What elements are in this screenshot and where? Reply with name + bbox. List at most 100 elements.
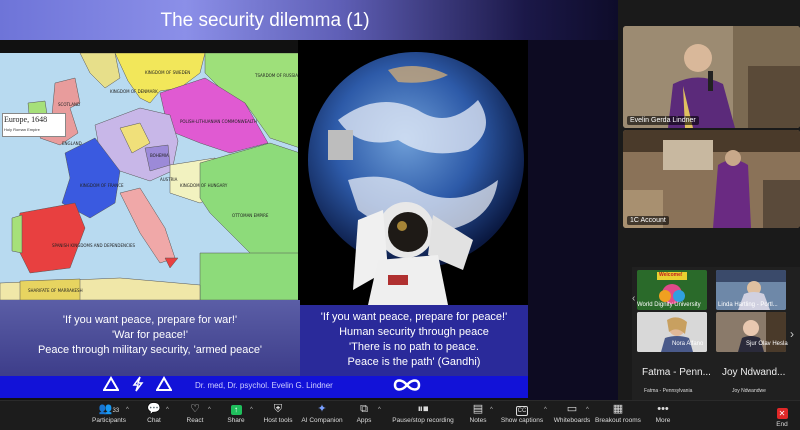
toolbar-label: Share — [227, 417, 245, 424]
more-button[interactable]: ••• More — [652, 403, 674, 429]
quote-line: Peace through military security, 'armed … — [37, 344, 263, 356]
video-tile-speaker[interactable]: Evelin Gerda Lindner — [623, 26, 800, 128]
map-label: TSARDOM OF RUSSIA — [255, 73, 298, 78]
gallery-name: Joy Ndwand... — [722, 367, 786, 378]
quote-line: 'War for peace!' — [112, 329, 188, 341]
breakout-rooms-button[interactable]: ▦ Breakout rooms — [595, 403, 641, 429]
map-label: KINGDOM OF FRANCE — [80, 183, 124, 188]
chevron-up-icon[interactable]: ^ — [208, 407, 211, 413]
toolbar-label: Pause/stop recording — [392, 417, 454, 424]
close-icon: ✕ — [776, 408, 788, 419]
quotes-right-panel: 'If you want peace, prepare for peace!' … — [300, 305, 528, 376]
gallery-tile-label: Sjur Olav Hesla — [746, 341, 788, 347]
toolbar-label: Show captions — [500, 417, 544, 424]
chat-button[interactable]: 💬 Chat — [140, 403, 168, 429]
gallery-tile-label: Nora Alfano — [672, 341, 704, 347]
slide-dark-margin — [528, 40, 618, 400]
toolbar-label: Participants — [92, 417, 126, 424]
participant-name: 1C Account — [627, 216, 669, 225]
map-label: SCOTLAND — [58, 102, 81, 107]
slide-title: The security dilemma (1) — [160, 10, 370, 31]
chevron-up-icon[interactable]: ^ — [166, 407, 169, 413]
map-label: BOHEMIA — [150, 153, 169, 158]
triangle-icon — [156, 376, 172, 391]
chevron-up-icon[interactable]: ^ — [586, 407, 589, 413]
toolbar-label: Host tools — [263, 417, 293, 424]
sparkle-icon: ✦ — [317, 403, 327, 415]
video-tile-1c-account[interactable]: 1C Account — [623, 130, 800, 228]
notes-icon: ▤ — [472, 403, 484, 415]
welcome-text: Welcome! — [659, 272, 683, 278]
map-label: SHARIFATE OF MARRAKESH — [28, 288, 83, 293]
europe-1648-map: Europe, 1648 Holy Roman Empire KINGDOM O… — [0, 53, 300, 300]
react-button[interactable]: ♡ React — [180, 403, 210, 429]
quote-line: Human security through peace — [339, 326, 489, 338]
infinity-icon — [393, 379, 421, 391]
earth-graphic — [298, 40, 528, 305]
map-legend-title: Europe, 1648 — [4, 115, 48, 124]
zoom-meeting-window: The security dilemma (1) Europe, 1648 Ho… — [0, 0, 800, 430]
host-tools-button[interactable]: ⛨ Host tools — [260, 403, 296, 429]
map-legend-item: Holy Roman Empire — [4, 127, 40, 132]
gallery-subname: Joy Ndwandwe — [732, 388, 766, 394]
map-label: ENGLAND — [62, 141, 82, 146]
gallery-strip: ‹ › Welcome! World Dignity University Li… — [632, 267, 800, 400]
chevron-up-icon[interactable]: ^ — [490, 407, 493, 413]
map-label: OTTOMAN EMPIRE — [232, 213, 269, 218]
chevron-up-icon[interactable]: ^ — [126, 407, 129, 413]
quote-line: Peace is the path' (Gandhi) — [347, 356, 481, 368]
quote-line: 'There is no path to peace. — [349, 341, 479, 353]
cc-icon: CC — [515, 406, 529, 416]
share-icon: ↑ — [222, 403, 250, 416]
more-icon: ••• — [657, 403, 669, 415]
participant-name: Evelin Gerda Lindner — [627, 116, 699, 125]
shield-icon: ⛨ — [273, 403, 283, 415]
map-label: SPANISH KINGDOMS AND DEPENDENCIES — [52, 243, 136, 248]
pause-stop-icon: ⏸⏹ — [417, 403, 429, 415]
chevron-up-icon[interactable]: ^ — [544, 407, 547, 413]
participants-count: 33 — [112, 408, 120, 414]
room-video-feed — [623, 130, 800, 228]
grid-icon: ▦ — [612, 403, 624, 415]
map-label: AUSTRIA — [160, 177, 178, 182]
gallery-tile-label: World Dignity University — [637, 302, 701, 308]
map-label: KINGDOM OF HUNGARY — [180, 183, 228, 188]
chevron-up-icon[interactable]: ^ — [378, 407, 381, 413]
show-captions-button[interactable]: CC Show captions — [500, 403, 544, 429]
chevron-up-icon[interactable]: ^ — [250, 407, 253, 413]
toolbar-label: Notes — [469, 417, 487, 424]
quote-line: 'If you want peace, prepare for peace!' — [320, 311, 508, 323]
notes-button[interactable]: ▤ Notes — [466, 403, 490, 429]
gallery-next-icon[interactable]: › — [790, 327, 794, 341]
speaker-video-feed — [623, 26, 800, 128]
map-label: KINGDOM OF SWEDEN — [145, 70, 191, 75]
share-button[interactable]: ↑ Share — [222, 403, 250, 429]
ai-companion-button[interactable]: ✦ AI Companion — [300, 403, 344, 429]
toolbar-label: Whiteboards — [553, 417, 591, 424]
triangle-icon — [103, 376, 119, 391]
toolbar-label: Chat — [147, 417, 161, 424]
end-meeting-button[interactable]: ✕ End — [768, 403, 796, 429]
toolbar-label: AI Companion — [301, 417, 343, 424]
astronaut-earth-photo — [298, 40, 528, 305]
slide-footer-credit: Dr. med, Dr. psychol. Evelin G. Lindner — [195, 381, 333, 390]
toolbar-label: More — [655, 417, 671, 424]
toolbar-label: Breakout rooms — [595, 417, 641, 424]
pause-stop-recording-button[interactable]: ⏸⏹ Pause/stop recording — [392, 403, 454, 429]
shared-slide: The security dilemma (1) Europe, 1648 Ho… — [0, 0, 618, 400]
toolbar-label: End — [776, 421, 788, 428]
heart-icon: ♡ — [190, 403, 200, 415]
apps-icon: ⧉ — [360, 403, 368, 415]
toolbar-label: Apps — [356, 417, 372, 424]
map-label: KINGDOM OF DENMARK — [110, 89, 158, 94]
chat-icon: 💬 — [147, 403, 161, 415]
gallery-tile-label: Linda Hartling - Portl... — [718, 302, 778, 308]
gallery-name: Fatma - Penn... — [642, 367, 711, 378]
gallery-subname: Fatma - Pennsylvania — [644, 388, 693, 394]
quote-line: 'If you want peace, prepare for war!' — [62, 314, 238, 326]
apps-button[interactable]: ⧉ Apps — [352, 403, 376, 429]
map-label: POLISH-LITHUANIAN COMMONWEALTH — [180, 119, 257, 124]
lightning-icon — [132, 376, 144, 392]
toolbar-label: React — [186, 417, 204, 424]
quotes-left-panel: 'If you want peace, prepare for war!' 'W… — [0, 300, 300, 376]
